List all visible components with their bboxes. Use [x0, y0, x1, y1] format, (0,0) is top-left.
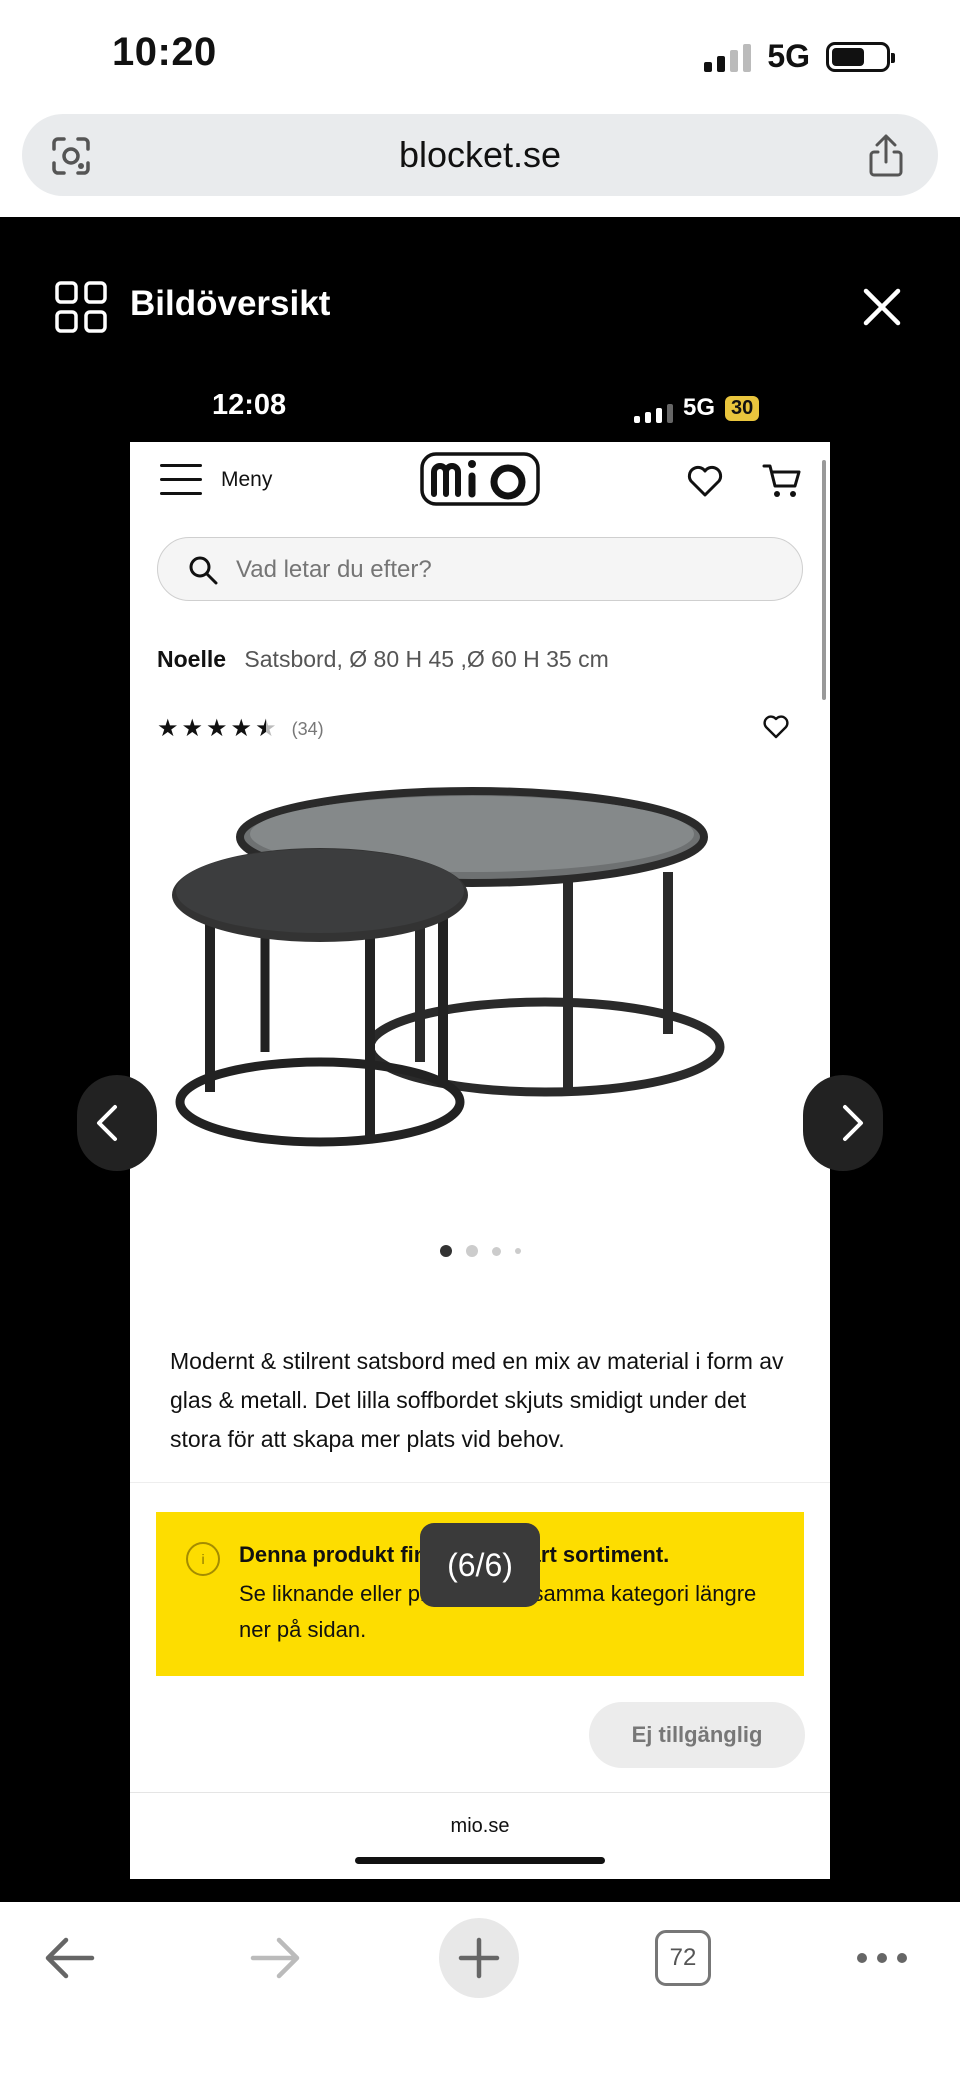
- product-description: Modernt & stilrent satsbord med en mix a…: [170, 1348, 784, 1452]
- review-count: (34): [291, 718, 324, 739]
- chevron-left-icon: [97, 1105, 117, 1141]
- mio-logo: [420, 452, 540, 506]
- network-type: 5G: [767, 38, 810, 74]
- image-gallery-overlay: Bildöversikt 12:08 5G 30 Meny Vad letar …: [0, 217, 960, 1902]
- chevron-right-icon: [843, 1105, 863, 1141]
- tab-switcher-button[interactable]: 72: [643, 1918, 723, 1998]
- info-icon: i: [186, 1542, 220, 1576]
- rating: ★ ★ ★ ★ ★ (34): [157, 717, 324, 741]
- hamburger-menu-icon: [160, 464, 202, 496]
- grid-view-icon[interactable]: [55, 281, 107, 333]
- previous-image-button[interactable]: [77, 1075, 157, 1171]
- footer-domain: mio.se: [450, 1815, 510, 1837]
- home-indicator: [355, 1857, 605, 1864]
- star-icon: ★: [230, 715, 253, 742]
- screenshot-image: Meny Noelle S: [130, 442, 830, 1879]
- browser-toolbar: 72: [0, 1902, 960, 2077]
- next-image-button[interactable]: [803, 1075, 883, 1171]
- screenshot-battery: 30: [725, 395, 760, 421]
- os-clock: 10:20: [112, 30, 217, 74]
- battery-icon: [826, 41, 895, 72]
- search-field: [157, 537, 803, 601]
- more-options-icon[interactable]: [842, 1918, 922, 1998]
- screenshot-clock: 12:08: [212, 389, 287, 421]
- star-icon: ★: [181, 715, 204, 742]
- os-status-icons: 5G: [704, 38, 895, 75]
- divider: [130, 1792, 830, 1793]
- close-icon[interactable]: [862, 287, 902, 327]
- search-icon: [189, 556, 218, 585]
- divider: [130, 1482, 830, 1483]
- star-icon: ★: [206, 715, 228, 742]
- screenshot-network: 5G: [683, 394, 716, 421]
- forward-arrow-icon[interactable]: [235, 1918, 315, 1998]
- product-name: Noelle: [157, 646, 227, 672]
- tab-count: 72: [655, 1930, 711, 1986]
- star-icon: ★: [157, 715, 179, 742]
- share-icon[interactable]: [866, 132, 906, 178]
- product-image: [172, 787, 725, 1147]
- address-bar[interactable]: blocket.se: [22, 114, 938, 196]
- url-text[interactable]: blocket.se: [22, 134, 938, 176]
- cellular-signal-icon: [704, 42, 752, 72]
- gallery-title: Bildöversikt: [130, 284, 331, 323]
- menu-label: Meny: [221, 468, 273, 491]
- mio-header: Meny: [130, 442, 830, 522]
- screenshot-status-icons: 5G 30: [634, 393, 760, 423]
- product-title: Noelle Satsbord, Ø 80 H 45 ,Ø 60 H 35 cm: [157, 646, 609, 673]
- cart-icon: [762, 464, 801, 497]
- half-star-icon: ★: [255, 715, 277, 742]
- os-status-bar: 10:20 5G: [0, 0, 960, 110]
- image-counter: (6/6): [420, 1523, 540, 1607]
- carousel-dot: [465, 1245, 478, 1257]
- carousel-dots: [130, 1245, 830, 1257]
- unavailable-button: Ej tillgänglig: [589, 1702, 805, 1768]
- carousel-dot-active: [439, 1245, 452, 1257]
- carousel-dot: [514, 1248, 521, 1254]
- heart-icon: [687, 465, 723, 497]
- carousel-dot: [491, 1246, 501, 1256]
- search-input: [236, 550, 736, 590]
- new-tab-plus-icon[interactable]: [439, 1918, 519, 1998]
- cellular-signal-icon: [634, 393, 673, 423]
- wishlist-heart-icon: [763, 715, 789, 739]
- product-subtitle: Satsbord, Ø 80 H 45 ,Ø 60 H 35 cm: [244, 646, 609, 672]
- back-arrow-icon[interactable]: [30, 1918, 110, 1998]
